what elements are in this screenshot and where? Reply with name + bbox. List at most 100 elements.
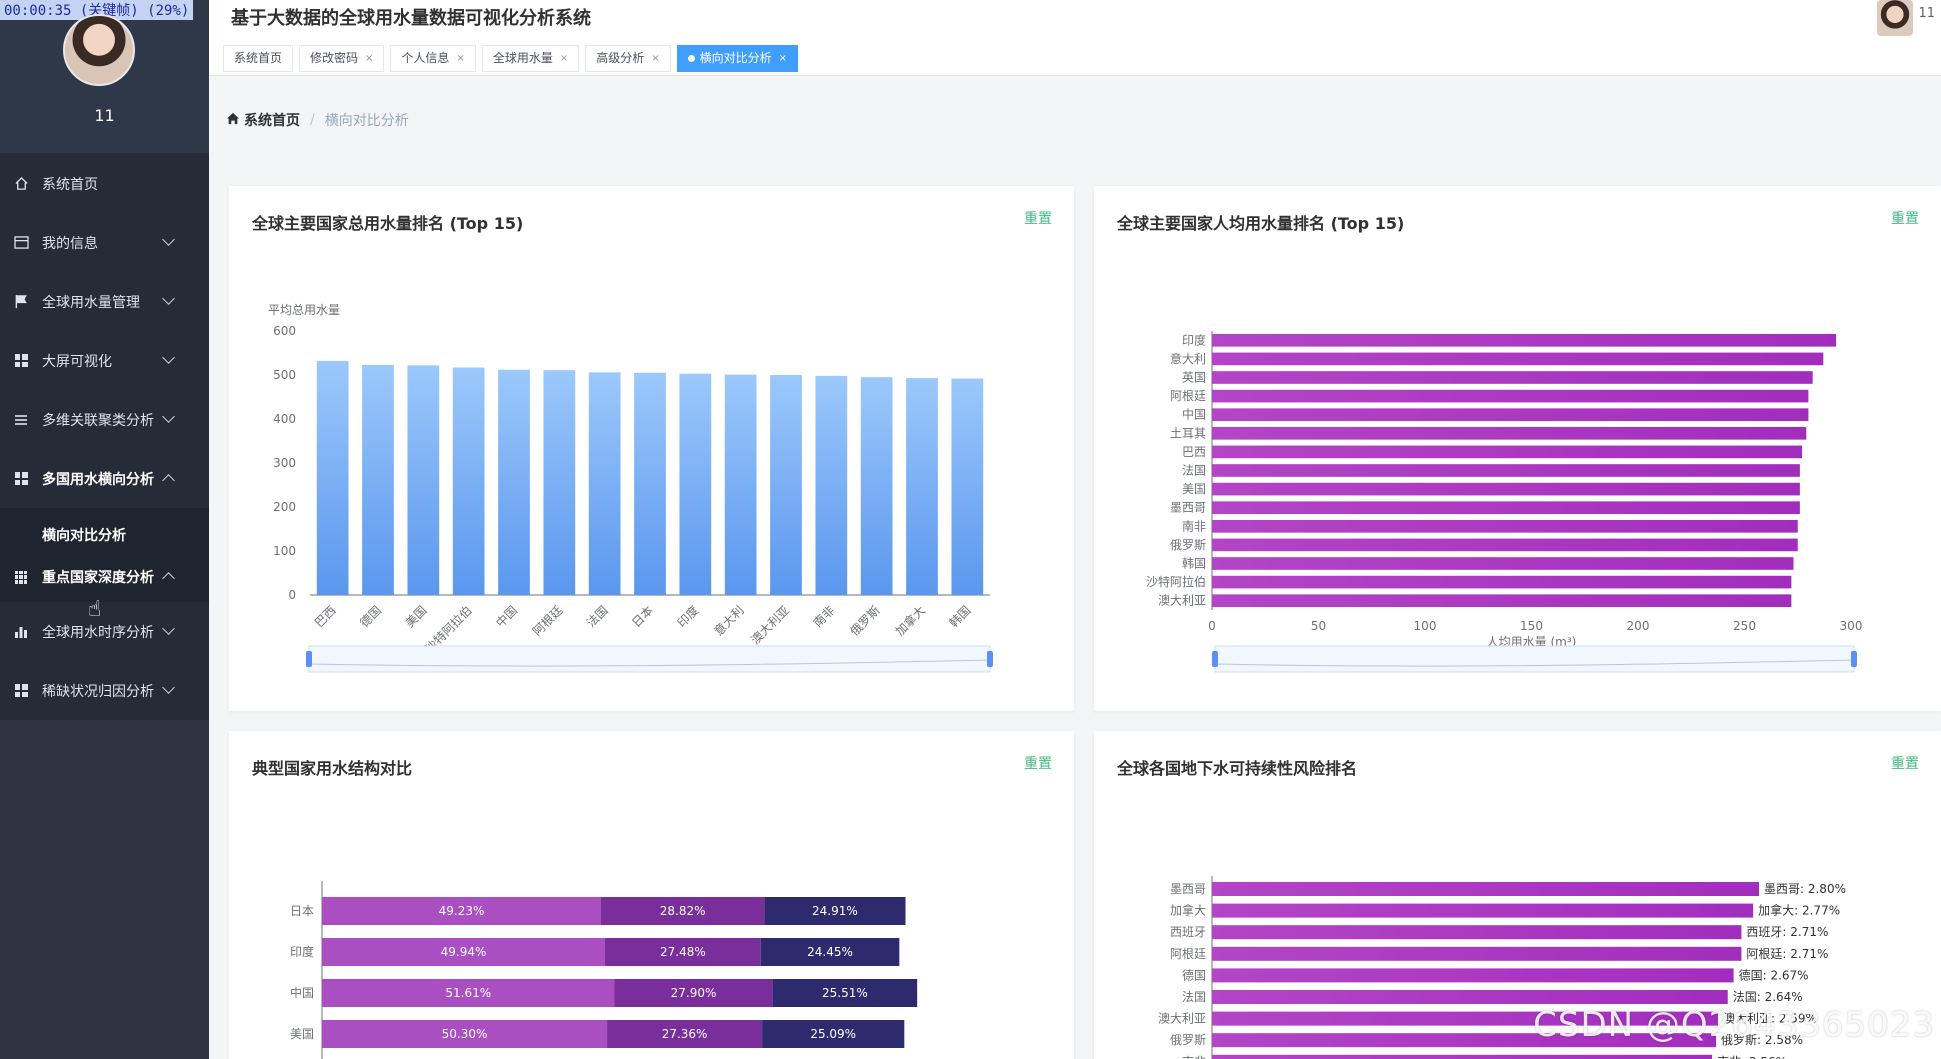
breadcrumb-separator: / xyxy=(310,112,315,128)
sidebar-item-key-country-analysis[interactable]: 重点国家深度分析 xyxy=(0,552,209,602)
data-label: 南非: 2.56% xyxy=(1717,1054,1787,1059)
x-tick-label: 意大利 xyxy=(711,603,747,639)
bar xyxy=(316,360,349,595)
bar xyxy=(1212,968,1734,983)
sidebar-item-time-series[interactable]: 全球用水时序分析 xyxy=(0,602,209,661)
data-label: 25.09% xyxy=(810,1027,856,1041)
breadcrumb-home[interactable]: 系统首页 xyxy=(244,110,300,130)
y-tick-label: 澳大利亚 xyxy=(1158,594,1206,608)
chevron-down-icon xyxy=(162,351,175,364)
x-tick-label: 100 xyxy=(1414,619,1437,633)
bar xyxy=(1212,538,1798,552)
tab-bar: 系统首页 修改密码 × 个人信息 × 全球用水量 × 高级分析 × 横向对比分析 × xyxy=(223,45,804,72)
bar xyxy=(1212,371,1813,384)
y-tick-label: 墨西哥 xyxy=(1170,501,1206,515)
tab-label: 系统首页 xyxy=(234,51,283,65)
y-tick-label: 中国 xyxy=(1182,407,1206,422)
bar xyxy=(362,364,394,595)
close-icon[interactable]: × xyxy=(651,46,659,71)
y-tick-label: 100 xyxy=(273,544,296,558)
chevron-down-icon xyxy=(162,410,175,423)
data-label: 27.90% xyxy=(671,986,717,1000)
card-icon xyxy=(12,234,30,252)
bar-chart-icon xyxy=(12,623,30,641)
breadcrumb: 系统首页 / 横向对比分析 xyxy=(226,110,409,130)
tab-global-water[interactable]: 全球用水量 × xyxy=(481,45,580,72)
y-tick-label: 法国 xyxy=(1182,464,1206,478)
data-label: 德国: 2.67% xyxy=(1739,967,1809,982)
bar xyxy=(951,378,984,595)
data-label: 墨西哥: 2.80% xyxy=(1764,882,1846,896)
chevron-down-icon xyxy=(162,681,175,694)
bar xyxy=(588,372,621,595)
x-tick-label: 美国 xyxy=(403,603,430,630)
avatar[interactable] xyxy=(63,14,135,86)
chevron-down-icon xyxy=(162,622,175,635)
sidebar-item-label: 重点国家深度分析 xyxy=(42,570,154,586)
sidebar-item-water-management[interactable]: 全球用水量管理 xyxy=(0,272,209,331)
tab-label: 个人信息 xyxy=(401,51,450,65)
tab-personal-info[interactable]: 个人信息 × xyxy=(390,45,476,72)
data-label: 西班牙: 2.71% xyxy=(1746,925,1828,939)
data-zoom-slider xyxy=(1214,645,1855,673)
slider-handle-left xyxy=(1212,651,1218,667)
x-tick-label: 日本 xyxy=(629,603,656,630)
y-tick-label: 巴西 xyxy=(1182,445,1206,459)
data-label: 49.94% xyxy=(441,945,487,959)
sidebar-item-my-info[interactable]: 我的信息 xyxy=(0,213,209,272)
x-tick-label: 澳大利亚 xyxy=(748,603,792,647)
y-tick-label: 400 xyxy=(273,412,296,426)
bar xyxy=(543,370,576,595)
bar xyxy=(1212,445,1803,459)
data-label: 阿根廷: 2.71% xyxy=(1746,947,1828,961)
sidebar-item-scarcity-attribution[interactable]: 稀缺状况归因分析 xyxy=(0,661,209,720)
grid-icon xyxy=(12,682,30,700)
bar xyxy=(1212,575,1792,589)
y-tick-label: 沙特阿拉伯 xyxy=(1146,574,1206,589)
sidebar-item-cluster-analysis[interactable]: 多维关联聚类分析 xyxy=(0,390,209,449)
tab-change-password[interactable]: 修改密码 × xyxy=(299,45,385,72)
x-tick-label: 阿根廷 xyxy=(530,603,565,638)
sidebar-item-horizontal-analysis[interactable]: 多国用水横向分析 xyxy=(0,449,209,508)
data-label: 28.82% xyxy=(660,904,706,918)
tab-advanced-analysis[interactable]: 高级分析 × xyxy=(585,45,671,72)
sidebar-item-label: 多国用水横向分析 xyxy=(42,471,154,488)
sidebar-item-home[interactable]: 系统首页 xyxy=(0,154,209,213)
chevron-down-icon xyxy=(162,233,175,246)
x-tick-label: 印度 xyxy=(674,603,702,631)
x-tick-label: 中国 xyxy=(493,603,521,631)
tab-home[interactable]: 系统首页 xyxy=(223,45,294,72)
tab-label: 横向对比分析 xyxy=(699,51,772,65)
watermark: CSDN @Q2643365023 xyxy=(1533,1005,1935,1045)
y-tick-label: 土耳其 xyxy=(1170,426,1206,440)
bar xyxy=(1212,482,1800,496)
header-avatar[interactable] xyxy=(1877,0,1913,36)
data-label: 27.48% xyxy=(660,945,706,959)
sidebar-item-big-screen[interactable]: 大屏可视化 xyxy=(0,331,209,390)
y-axis-label: 平均总用水量 xyxy=(268,303,340,317)
bar xyxy=(815,375,848,595)
tab-horizontal-compare[interactable]: 横向对比分析 × xyxy=(676,45,799,72)
breadcrumb-current: 横向对比分析 xyxy=(324,113,409,129)
close-icon[interactable]: × xyxy=(365,46,373,71)
sidebar-item-label: 全球用水时序分析 xyxy=(42,624,154,641)
x-tick-label: 150 xyxy=(1520,619,1543,633)
bar xyxy=(1212,501,1800,515)
data-label: 25.51% xyxy=(822,986,868,1000)
data-zoom-slider xyxy=(308,645,991,673)
bar xyxy=(1212,1054,1713,1059)
bar xyxy=(407,365,440,595)
bar xyxy=(1212,352,1824,366)
sidebar-item-label: 大屏可视化 xyxy=(42,353,112,370)
close-icon[interactable]: × xyxy=(560,46,568,71)
tab-label: 高级分析 xyxy=(596,51,645,65)
total-water-bar-chart: 平均总用水量0100200300400500600巴西 德国 美国沙特阿拉伯 中国 阿根… xyxy=(268,303,993,673)
x-tick-label: 俄罗斯 xyxy=(847,603,882,638)
y-tick-label: 美国 xyxy=(1182,482,1206,496)
close-icon[interactable]: × xyxy=(779,46,787,71)
y-tick-label: 德国 xyxy=(1182,967,1206,982)
y-tick-label: 印度 xyxy=(1182,332,1206,347)
close-icon[interactable]: × xyxy=(456,46,464,71)
y-tick-label: 加拿大 xyxy=(1170,903,1206,918)
y-tick-label: 英国 xyxy=(1182,371,1206,385)
